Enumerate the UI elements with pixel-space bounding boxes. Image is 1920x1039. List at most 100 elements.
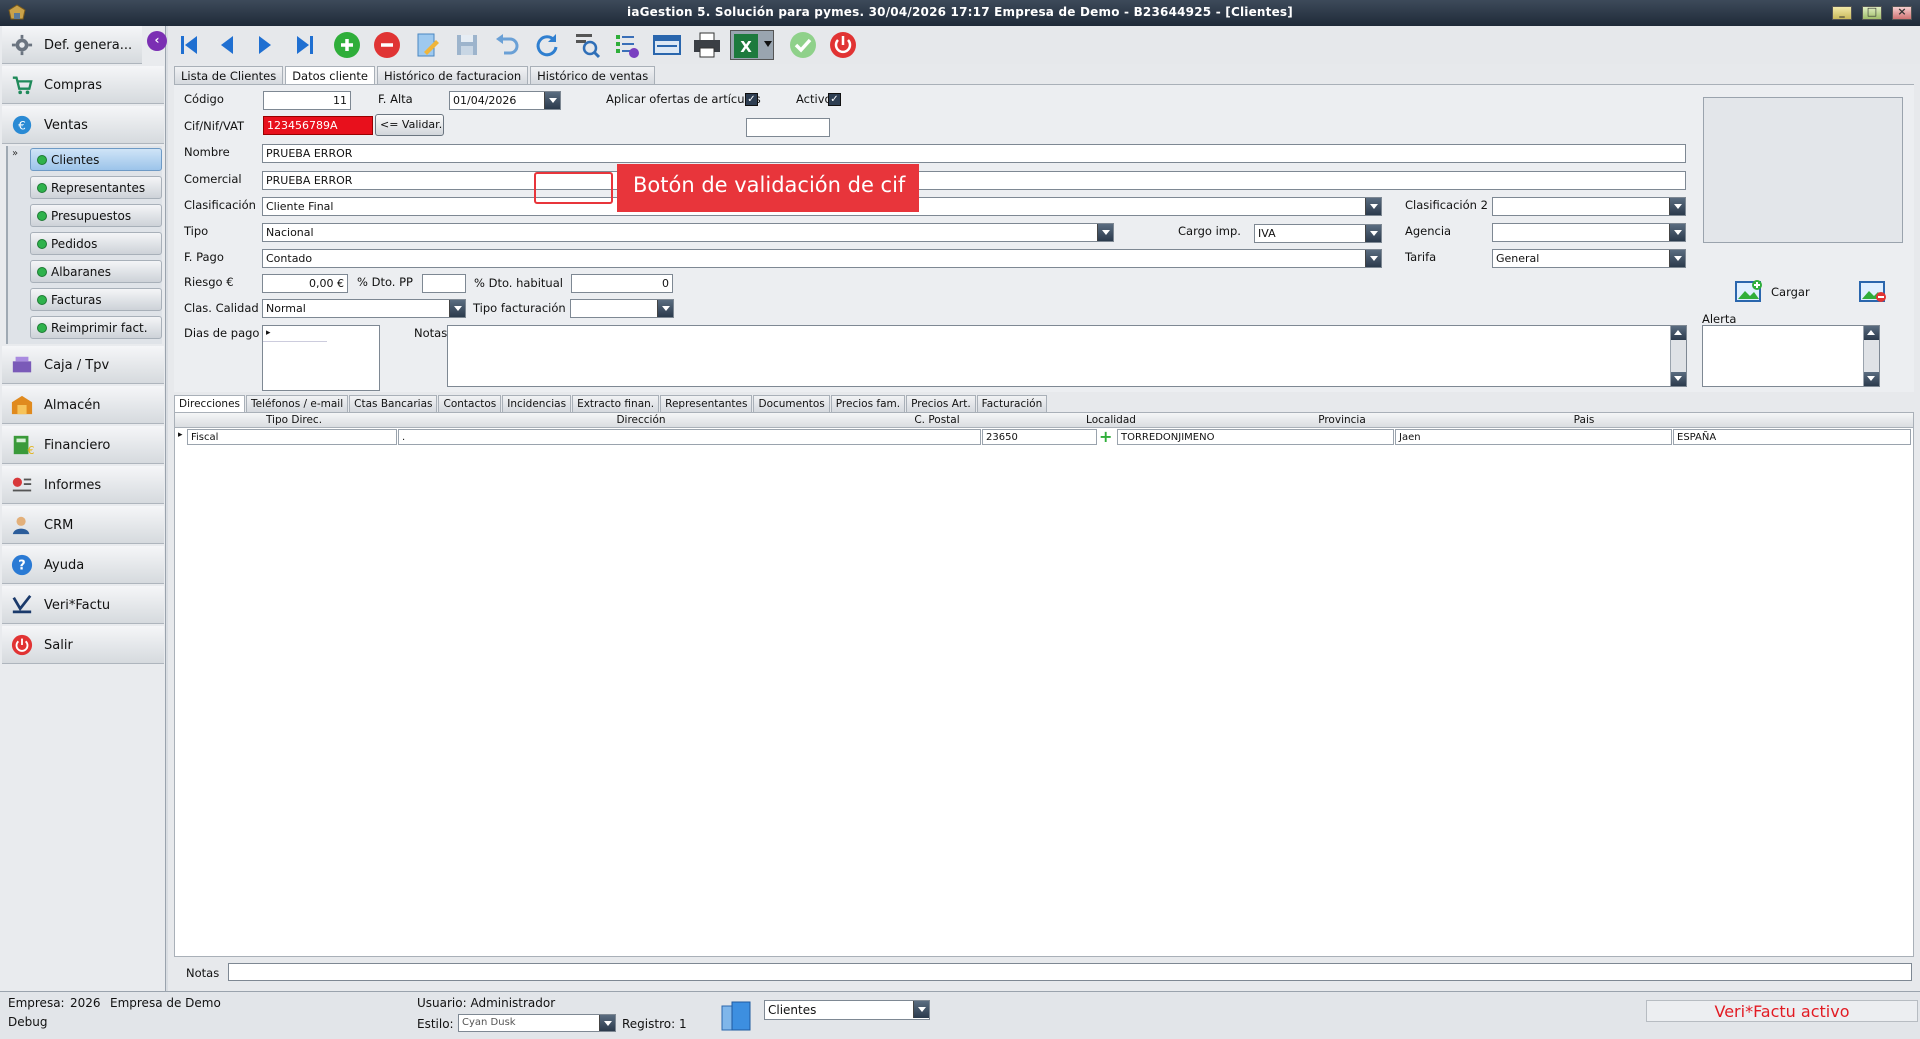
cargo-select[interactable]: IVA <box>1254 224 1382 243</box>
calendar-dropdown-icon[interactable] <box>544 92 560 109</box>
delete-button[interactable] <box>372 30 402 60</box>
tab-facturacion[interactable]: Facturación <box>976 395 1048 412</box>
nav-informes[interactable]: Informes <box>2 466 164 504</box>
cell-localidad[interactable]: TORREDONJIMENO <box>1117 429 1394 445</box>
chevron-down-icon[interactable] <box>599 1015 615 1031</box>
chevron-down-icon[interactable] <box>1365 250 1381 267</box>
nav-def-general[interactable]: Def. genera... <box>2 26 142 64</box>
first-record-button[interactable] <box>174 30 204 60</box>
close-button[interactable]: × <box>1892 5 1912 20</box>
next-record-button[interactable] <box>250 30 280 60</box>
nav-ventas[interactable]: € Ventas <box>2 106 164 144</box>
tab-precios-art[interactable]: Precios Art. <box>906 395 976 412</box>
tipofact-select[interactable] <box>570 299 674 318</box>
nav-financiero[interactable]: € Financiero <box>2 426 164 464</box>
minimize-button[interactable]: _ <box>1832 5 1852 20</box>
list-button[interactable] <box>612 30 642 60</box>
chevron-down-icon[interactable] <box>1097 224 1113 241</box>
cell-cp[interactable]: 23650 <box>982 429 1097 445</box>
tab-representantes[interactable]: Representantes <box>660 395 753 412</box>
exit-button[interactable] <box>828 30 858 60</box>
submenu-item-facturas[interactable]: Facturas <box>30 288 162 311</box>
submenu-item-reimprimir[interactable]: Reimprimir fact. <box>30 316 162 339</box>
clasificacion2-select[interactable] <box>1492 197 1686 216</box>
cargar-label[interactable]: Cargar <box>1771 285 1810 299</box>
submenu-item-clientes[interactable]: Clientes <box>30 148 162 171</box>
calidad-select[interactable]: Normal <box>262 299 466 318</box>
nav-almacen[interactable]: Almacén <box>2 386 164 424</box>
notas-scrollbar[interactable] <box>1670 326 1686 386</box>
dtopp-field[interactable] <box>422 274 466 293</box>
save-button[interactable] <box>452 30 482 60</box>
notas-textarea[interactable] <box>447 325 1687 387</box>
scroll-up-icon[interactable] <box>1671 326 1686 340</box>
alerta-scrollbar[interactable] <box>1863 326 1879 386</box>
tab-telefonos[interactable]: Teléfonos / e-mail <box>246 395 349 412</box>
tab-contactos[interactable]: Contactos <box>438 395 502 412</box>
validate-button[interactable] <box>788 30 818 60</box>
remove-image-icon[interactable] <box>1859 279 1887 303</box>
tab-datos-cliente[interactable]: Datos cliente <box>285 66 375 85</box>
estilo-select[interactable]: Cyan Dusk <box>458 1014 616 1032</box>
tab-documentos[interactable]: Documentos <box>753 395 830 412</box>
table-row[interactable]: ▸ Fiscal . 23650 + TORREDONJIMENO Jaen E… <box>175 427 1913 446</box>
column-header[interactable]: Provincia <box>1229 414 1455 426</box>
tarifa-select[interactable]: General <box>1492 249 1686 268</box>
load-image-icon[interactable] <box>1735 279 1763 303</box>
scroll-up-icon[interactable] <box>1864 326 1879 340</box>
chevron-down-icon[interactable] <box>449 300 465 317</box>
last-record-button[interactable] <box>290 30 320 60</box>
edit-button[interactable] <box>412 30 442 60</box>
extra-field[interactable] <box>746 118 830 137</box>
cell-tipo[interactable]: Fiscal <box>187 429 397 445</box>
tab-incidencias[interactable]: Incidencias <box>502 395 572 412</box>
chevron-down-icon[interactable] <box>1669 250 1685 267</box>
chevron-down-icon[interactable] <box>1669 224 1685 241</box>
collapse-sidebar-button[interactable]: ‹ <box>147 31 167 51</box>
chevron-down-icon[interactable] <box>657 300 673 317</box>
nav-crm[interactable]: CRM <box>2 506 164 544</box>
submenu-collapse-icon[interactable]: » <box>12 148 18 159</box>
add-postal-code-icon[interactable]: + <box>1099 427 1112 446</box>
activo-checkbox[interactable]: ✓ <box>828 93 841 106</box>
tab-historico-ventas[interactable]: Histórico de ventas <box>530 66 656 84</box>
submenu-item-presupuestos[interactable]: Presupuestos <box>30 204 162 227</box>
tab-ctas-bancarias[interactable]: Ctas Bancarias <box>349 395 438 412</box>
export-excel-button[interactable]: X <box>730 30 774 60</box>
nav-caja-tpv[interactable]: Caja / Tpv <box>2 346 164 384</box>
codigo-field[interactable]: 11 <box>263 91 351 110</box>
chevron-down-icon[interactable] <box>1365 198 1381 215</box>
nav-verifactu[interactable]: Veri*Factu <box>2 586 164 624</box>
column-header[interactable]: Tipo Direc. <box>189 414 399 426</box>
chevron-down-icon[interactable] <box>913 1001 929 1018</box>
alerta-textarea[interactable] <box>1702 325 1880 387</box>
tab-lista-clientes[interactable]: Lista de Clientes <box>174 66 284 84</box>
undo-button[interactable] <box>492 30 522 60</box>
chevron-down-icon[interactable] <box>1365 225 1381 242</box>
search-button[interactable] <box>572 30 602 60</box>
fpago-select[interactable]: Contado <box>262 249 1382 268</box>
module-select[interactable]: Clientes <box>764 1000 930 1020</box>
column-header[interactable]: Dirección <box>403 414 879 426</box>
cif-field[interactable]: 123456789A <box>263 116 373 135</box>
scroll-down-icon[interactable] <box>1671 372 1686 386</box>
tab-direcciones[interactable]: Direcciones <box>174 395 246 412</box>
dtohab-field[interactable]: 0 <box>571 274 673 293</box>
riesgo-field[interactable]: 0,00 € <box>262 274 348 293</box>
previous-record-button[interactable] <box>212 30 242 60</box>
tab-extracto[interactable]: Extracto finan. <box>572 395 660 412</box>
validar-cif-button[interactable]: <= Validar. <box>375 114 444 136</box>
maximize-button[interactable]: □ <box>1862 5 1882 20</box>
card-view-button[interactable] <box>652 30 682 60</box>
column-header[interactable]: Pais <box>1457 414 1711 426</box>
refresh-button[interactable] <box>532 30 562 60</box>
tab-precios-fam[interactable]: Precios fam. <box>830 395 906 412</box>
nav-ayuda[interactable]: ? Ayuda <box>2 546 164 584</box>
submenu-item-pedidos[interactable]: Pedidos <box>30 232 162 255</box>
nombre-field[interactable]: PRUEBA ERROR <box>262 144 1686 163</box>
diaspago-list[interactable]: ▸ <box>262 325 380 391</box>
add-button[interactable] <box>332 30 362 60</box>
agencia-select[interactable] <box>1492 223 1686 242</box>
tipo-select[interactable]: Nacional <box>262 223 1114 242</box>
column-header[interactable]: Localidad <box>995 414 1227 426</box>
